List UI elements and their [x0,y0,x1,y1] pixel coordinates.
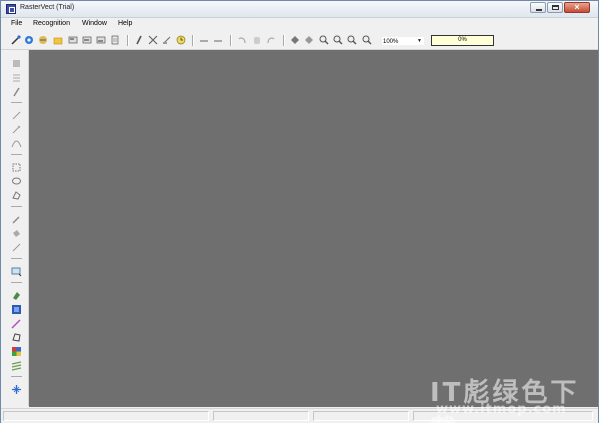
left-separator [11,206,22,207]
lines-icon[interactable] [11,72,22,83]
status-panel-2 [213,411,309,421]
stamp-icon[interactable] [11,58,22,69]
open-icon[interactable] [24,35,34,45]
toolbar-separator [127,35,129,46]
hand-icon[interactable] [252,35,262,45]
window-controls: × [529,2,590,14]
app-window: RasterVect (Trial) × File Recognition Wi… [0,0,599,423]
page2-icon[interactable] [82,35,92,45]
eraser-icon[interactable] [162,35,172,45]
clock-icon[interactable] [176,35,186,45]
fill-icon[interactable] [11,228,22,239]
link1-icon[interactable] [199,35,209,45]
left-separator [11,282,22,283]
scissors-icon[interactable] [148,35,158,45]
link2-icon[interactable] [213,35,223,45]
close-icon: × [574,2,580,12]
minimize-button[interactable] [530,2,546,13]
menu-recognition[interactable]: Recognition [33,20,70,27]
palette-icon[interactable] [11,346,22,357]
minimize-icon [536,9,542,11]
status-bar [1,408,598,423]
rectangle-select-icon[interactable] [11,162,22,173]
redo-icon[interactable] [266,35,276,45]
curve-icon[interactable] [11,138,22,149]
wand-icon[interactable] [11,35,21,45]
lasso-icon[interactable] [11,176,22,187]
status-panel-3 [313,411,409,421]
menu-file[interactable]: File [11,20,22,27]
menu-window[interactable]: Window [82,20,107,27]
app-logo-icon[interactable] [6,4,16,14]
left-toolbar [1,50,29,406]
main-toolbar [1,32,598,50]
status-panel-4 [413,411,593,421]
toolbar-separator [283,35,285,46]
layers-icon[interactable] [11,360,22,371]
maximize-button[interactable] [547,2,563,13]
pencil-icon[interactable] [11,110,22,121]
magic-icon[interactable] [11,124,22,135]
progress-indicator: 0% [431,35,494,46]
brush-icon[interactable] [11,214,22,225]
line-icon[interactable] [11,242,22,253]
maximize-icon [552,5,559,10]
page1-icon[interactable] [68,35,78,45]
color1-icon[interactable] [11,290,22,301]
polygon-icon[interactable] [11,190,22,201]
left-separator [11,376,22,377]
web-icon[interactable] [38,35,48,45]
window-title: RasterVect (Trial) [20,4,75,11]
select-area-icon[interactable] [11,266,22,277]
polygon2-icon[interactable] [11,332,22,343]
folder-icon[interactable] [53,35,63,45]
pipette-icon[interactable] [11,318,22,329]
status-panel-1 [3,411,209,421]
menu-help[interactable]: Help [118,20,132,27]
left-separator [11,102,22,103]
close-button[interactable]: × [564,2,590,13]
workspace-canvas[interactable] [29,50,598,407]
zoom-out-icon[interactable] [333,35,343,45]
page4-icon[interactable] [110,35,120,45]
color2-icon[interactable] [11,304,22,315]
page3-icon[interactable] [96,35,106,45]
left-separator [11,258,22,259]
snap-icon[interactable] [11,384,22,395]
undo-icon[interactable] [237,35,247,45]
menu-bar: File Recognition Window Help [1,18,598,31]
eye1-icon[interactable] [290,35,300,45]
toolbar-separator [192,35,194,46]
pen-icon[interactable] [134,35,144,45]
left-separator [11,154,22,155]
zoom-in-icon[interactable] [319,35,329,45]
chevron-down-icon[interactable]: ▼ [417,38,422,44]
title-bar[interactable]: RasterVect (Trial) × [1,1,598,18]
zoom-fit-icon[interactable] [347,35,357,45]
zoom-sel-icon[interactable] [362,35,372,45]
eye2-icon[interactable] [304,35,314,45]
marker-icon[interactable] [11,86,22,97]
toolbar-separator [230,35,232,46]
